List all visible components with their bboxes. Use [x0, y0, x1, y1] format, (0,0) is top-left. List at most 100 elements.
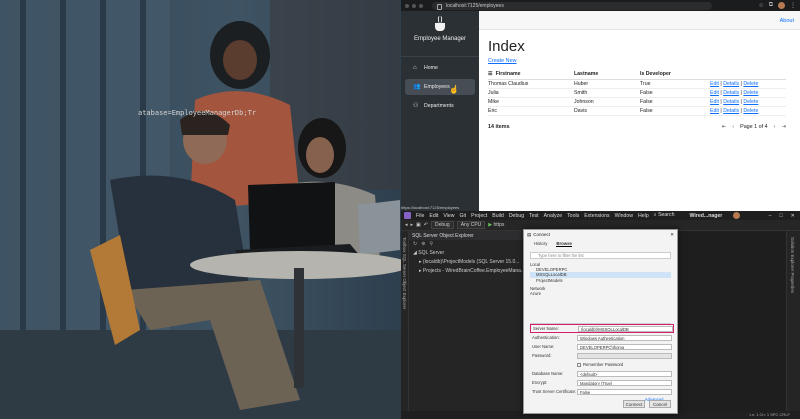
cancel-button[interactable]: Cancel [649, 400, 671, 408]
tree-node-projectmodels[interactable]: ProjectModels [530, 278, 671, 283]
tree-node-azure[interactable]: Azure [530, 291, 671, 296]
column-header-lastname[interactable]: Lastname [574, 69, 640, 80]
address-bar[interactable]: localhost:7125/employees [432, 1, 712, 10]
about-link[interactable]: About [780, 18, 794, 24]
remember-password-checkbox[interactable] [577, 362, 581, 367]
platform-dropdown[interactable]: Any CPU [456, 221, 486, 229]
details-link[interactable]: Details [723, 99, 739, 105]
details-link[interactable]: Details [723, 81, 739, 87]
nav-home-label: Home [424, 65, 438, 71]
tab-browse[interactable]: Browse [556, 241, 572, 247]
add-server-icon[interactable]: ⊕ [421, 241, 425, 248]
menu-project[interactable]: Project [471, 213, 487, 219]
delete-link[interactable]: Delete [743, 99, 758, 105]
encrypt-select[interactable]: Mandatory (True) [577, 379, 672, 386]
menu-tools[interactable]: Tools [567, 213, 579, 219]
filter-icon[interactable]: ⚲ [429, 241, 433, 248]
account-avatar[interactable] [733, 212, 741, 219]
edit-link[interactable]: Edit [710, 90, 719, 96]
nav-employees[interactable]: 👥 Employees [405, 79, 475, 95]
menu-debug[interactable]: Debug [509, 213, 524, 219]
run-button[interactable]: ▶ https [488, 222, 504, 228]
password-input[interactable] [577, 352, 672, 359]
database-name-row: Database Name: <default> [532, 370, 672, 377]
database-icon: ▤ [527, 232, 532, 237]
server-name-input[interactable]: (localdb)\MSSQLLocalDB [578, 325, 673, 332]
menu-edit[interactable]: Edit [429, 213, 438, 219]
undo-icon[interactable]: ↶ [424, 222, 428, 228]
page-label: Page 1 of 4 [740, 124, 768, 130]
delete-link[interactable]: Delete [743, 108, 758, 114]
tree-node-projects[interactable]: ▸ Projects - WiredBrainCoffee.EmployeeMa… [409, 267, 534, 276]
menu-build[interactable]: Build [492, 213, 504, 219]
back-icon[interactable] [405, 3, 409, 8]
trust-certificate-select[interactable]: False [577, 388, 672, 395]
create-new-link[interactable]: Create New [488, 58, 800, 64]
delete-link[interactable]: Delete [743, 90, 758, 96]
delete-link[interactable]: Delete [743, 81, 758, 87]
edit-link[interactable]: Edit [710, 99, 719, 105]
connect-button[interactable]: Connect [623, 400, 645, 408]
brand[interactable]: Employee Manager [401, 11, 479, 57]
save-icon[interactable]: ▣ [416, 222, 421, 228]
menu-file[interactable]: File [416, 213, 424, 219]
refresh-icon[interactable]: ↻ [413, 241, 417, 248]
column-header-is-developer[interactable]: Is Developer [640, 69, 710, 80]
profile-avatar[interactable] [778, 2, 785, 9]
brand-title: Employee Manager [413, 36, 467, 42]
right-tool-rail[interactable]: Solution Explorer Properties [786, 231, 800, 419]
visual-studio-logo [404, 212, 411, 219]
filter-input[interactable]: Type here to filter the list [530, 252, 671, 259]
search-box[interactable]: ⌕ Search [654, 212, 675, 219]
page-title: Index [488, 38, 525, 55]
menu-window[interactable]: Window [615, 213, 633, 219]
cell-is-developer: False [640, 97, 710, 107]
menu-analyze[interactable]: Analyze [544, 213, 562, 219]
menu-help[interactable]: Help [638, 213, 649, 219]
expand-icon: ▸ [419, 268, 422, 274]
dialog-titlebar: ▤ Connect ✕ [524, 230, 677, 239]
database-name-select[interactable]: <default> [577, 370, 672, 377]
remember-password-row: Remember Password [532, 361, 672, 368]
left-tool-rail[interactable]: Toolbox SQL Server Object Explorer [401, 231, 409, 419]
user-name-input[interactable]: DEVELOPERPC\thoma [577, 343, 672, 350]
back-icon[interactable]: ◂ [405, 222, 408, 228]
menu-icon[interactable]: ⋮ [790, 2, 796, 9]
forward-icon[interactable] [412, 3, 416, 8]
close-icon[interactable]: ✕ [670, 232, 674, 237]
tree-node-localdb[interactable]: ▸ (localdb)\ProjectModels (SQL Server 15… [409, 258, 534, 267]
column-header-firstname[interactable]: ☰ Firstname [488, 69, 574, 80]
edit-link[interactable]: Edit [710, 81, 719, 87]
details-link[interactable]: Details [723, 108, 739, 114]
tab-history[interactable]: History [534, 241, 547, 247]
tree-node-sql-server[interactable]: ◢ SQL Server [409, 249, 534, 258]
edit-link[interactable]: Edit [710, 108, 719, 114]
menu-extensions[interactable]: Extensions [584, 213, 609, 219]
configuration-dropdown[interactable]: Debug [430, 221, 454, 229]
nav-departments[interactable]: ⚇ Departments [405, 98, 475, 114]
authentication-select[interactable]: Windows Authentication [577, 334, 672, 341]
star-icon[interactable]: ☆ [758, 2, 763, 9]
menu-git[interactable]: Git [459, 213, 466, 219]
next-page-icon[interactable]: › [774, 124, 776, 130]
nav-home[interactable]: ⌂ Home [405, 60, 475, 76]
trust-certificate-row: Trust Server Certificate: False [532, 388, 672, 395]
forward-icon[interactable]: ▸ [411, 222, 414, 228]
close-icon[interactable]: ✕ [791, 213, 795, 219]
authentication-row: Authentication: Windows Authentication [532, 334, 672, 341]
pager: 14 items ⇤ ‹ Page 1 of 4 › ⇥ [488, 124, 786, 130]
minimize-icon[interactable]: – [769, 213, 772, 219]
connect-dialog: ▤ Connect ✕ History Browse Type here to … [523, 229, 678, 414]
reload-icon[interactable] [419, 3, 423, 8]
maximize-icon[interactable]: □ [780, 213, 783, 219]
extensions-icon[interactable]: ⧉ [769, 2, 773, 9]
last-page-icon[interactable]: ⇥ [781, 124, 786, 130]
cell-is-developer: False [640, 106, 710, 116]
cell-firstname: Mike [488, 97, 574, 107]
menu-view[interactable]: View [443, 213, 454, 219]
details-link[interactable]: Details [723, 90, 739, 96]
first-page-icon[interactable]: ⇤ [722, 124, 727, 130]
prev-page-icon[interactable]: ‹ [732, 124, 734, 130]
link-status-url: https://localhost:7125/employees [401, 205, 460, 210]
menu-test[interactable]: Test [529, 213, 539, 219]
